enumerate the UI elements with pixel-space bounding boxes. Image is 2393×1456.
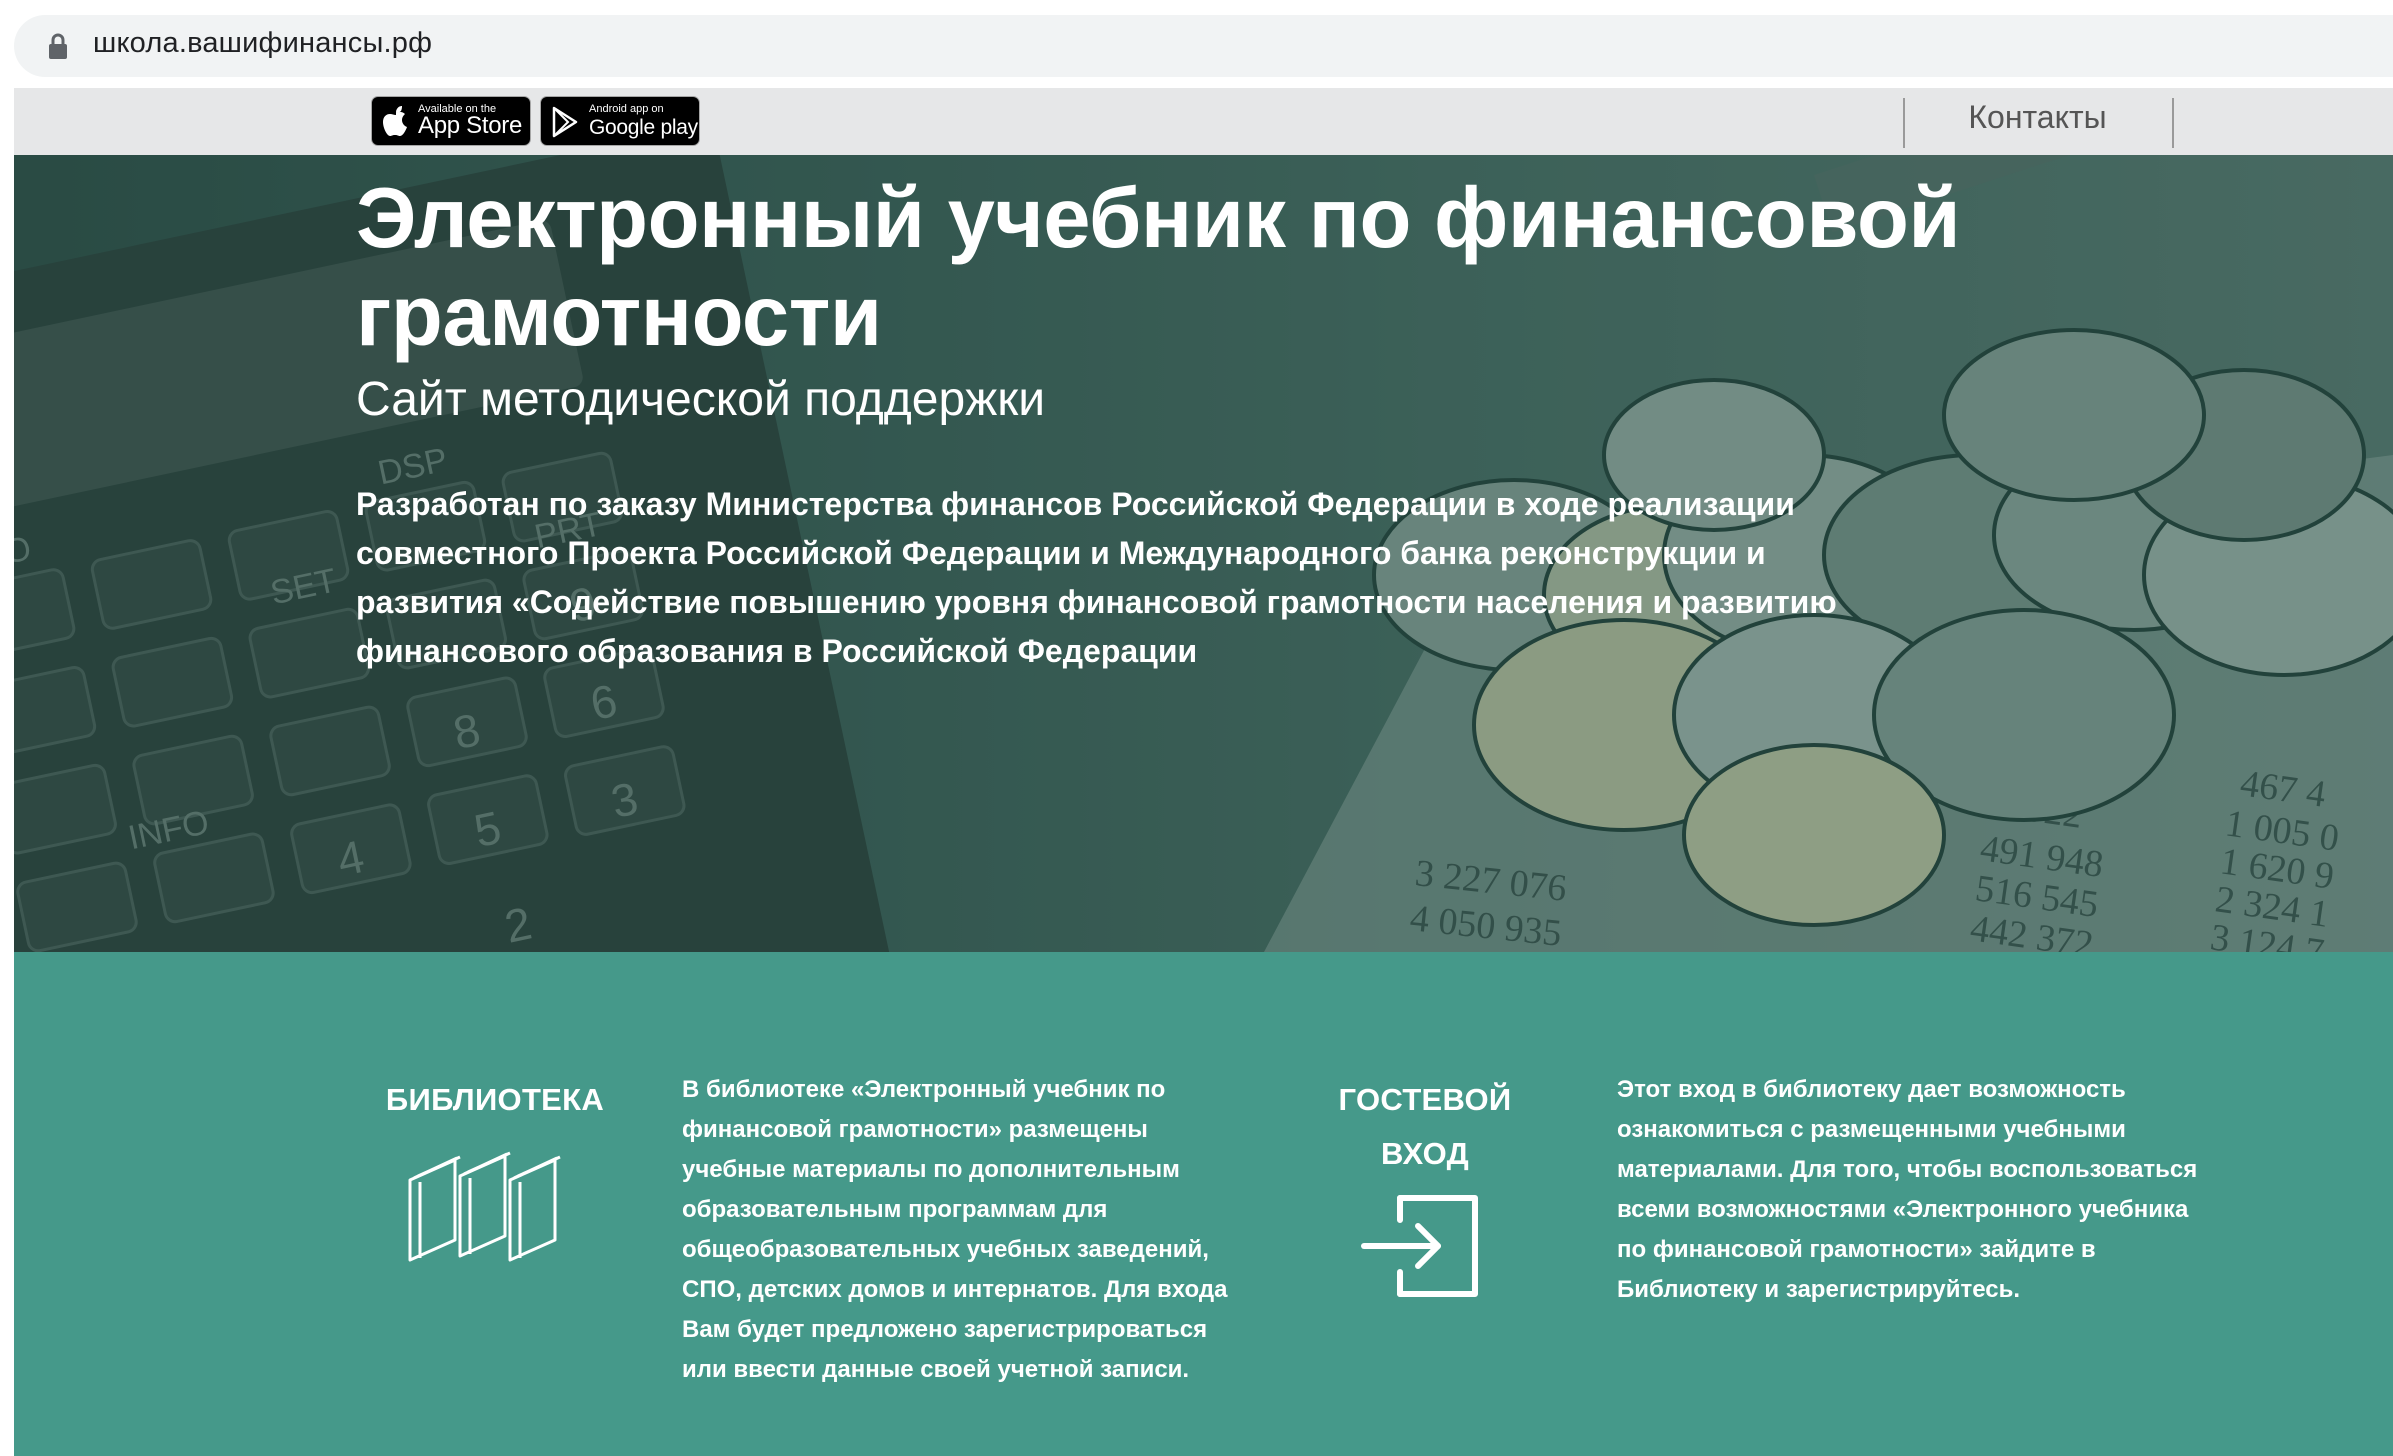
google-play-badge[interactable]: Android app on Google play — [540, 96, 700, 146]
sign-in-icon[interactable] — [1360, 1190, 1490, 1302]
play-icon — [552, 106, 578, 138]
app-store-label: App Store — [418, 112, 523, 139]
apple-icon — [383, 106, 407, 136]
google-play-label: Google play — [589, 116, 698, 139]
hero-description: Разработан по заказу Министерства финанс… — [356, 486, 1837, 669]
nav-contacts-link[interactable]: Контакты — [1900, 97, 2175, 137]
library-title[interactable]: БИБЛИОТЕКА — [365, 1073, 625, 1127]
guest-login-description: Этот вход в библиотеку дает возможность … — [1617, 1076, 2198, 1303]
books-icon[interactable] — [400, 1140, 590, 1270]
hero-title: Электронный учебник по финансовой грамот… — [356, 171, 1961, 364]
url-text[interactable]: школа.вашифинансы.рф — [93, 27, 432, 60]
lock-icon — [49, 33, 67, 59]
guest-login-title[interactable]: ГОСТЕВОЙ ВХОД — [1320, 1073, 1530, 1181]
hero-subtitle: Сайт методической поддержки — [356, 373, 1046, 426]
library-description: В библиотеке «Электронный учебник по фин… — [682, 1076, 1228, 1383]
google-play-small-label: Android app on — [589, 103, 664, 115]
nav-divider — [2172, 98, 2174, 148]
browser-address-bar: школа.вашифинансы.рф — [0, 0, 2393, 90]
app-store-badge[interactable]: Available on the App Store — [371, 96, 531, 146]
